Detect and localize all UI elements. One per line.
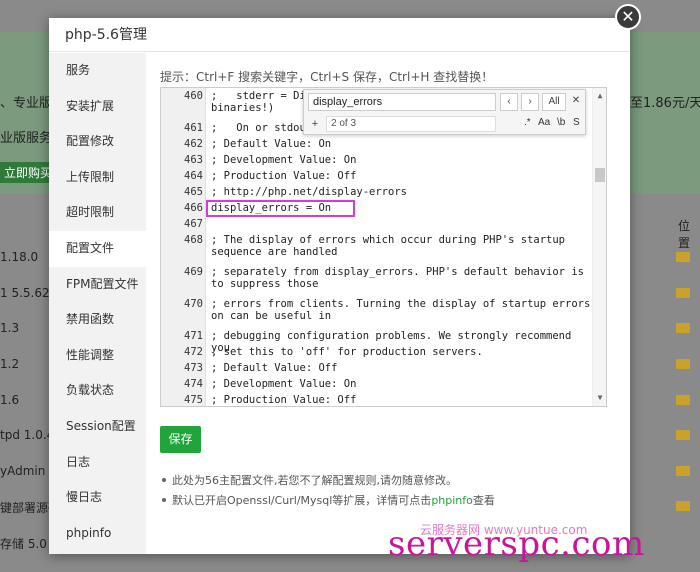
line-number: 465 [184,186,203,198]
code-editor[interactable]: 460 ; stderr = Display errors to STDERR … [160,87,607,407]
bg-column-header: 位置 [678,219,691,250]
line-text: ; Production Value: Off [211,394,357,406]
bg-price-text: 至1.86元/天 [630,96,700,111]
content-panel: 提示：Ctrl+F 搜索关键字，Ctrl+S 保存，Ctrl+H 查找替换！ 4… [160,53,620,553]
sidebar-item-session[interactable]: Session配置 [49,409,146,445]
find-input[interactable]: display_errors [308,93,496,111]
line-gutter [161,88,206,406]
selection-option[interactable]: S [573,117,580,128]
line-text: ; separately from display_errors. PHP's … [211,266,591,290]
bg-row: 存储 5.0 [0,537,47,551]
buy-now-button[interactable]: 立即购买 [0,162,57,183]
line-number: 460 [184,90,203,102]
shortcut-hint: 提示：Ctrl+F 搜索关键字，Ctrl+S 保存，Ctrl+H 查找替换！ [160,70,494,84]
bg-text: 业版服务 [0,131,53,146]
line-text: ; http://php.net/display-errors [211,186,407,198]
case-option[interactable]: Aa [538,117,550,128]
close-icon[interactable]: ✕ [569,93,583,111]
php-manage-dialog: php-5.6管理 服务 安装扩展 配置修改 上传限制 超时限制 配置文件 FP… [49,18,630,554]
notes-list: 此处为56主配置文件,若您不了解配置规则,请勿随意修改。 默认已开启Openss… [160,471,495,511]
sidebar-item-disabled-functions[interactable]: 禁用函数 [49,302,146,338]
find-panel: display_errors ‹ › All ✕ + 2 of 3 .* Aa … [303,89,586,135]
sidebar-item-service[interactable]: 服务 [49,53,146,89]
sidebar-nav: 服务 安装扩展 配置修改 上传限制 超时限制 配置文件 FPM配置文件 禁用函数… [49,53,146,554]
line-number: 475 [184,394,203,406]
sidebar-item-config-file[interactable]: 配置文件 [49,230,146,267]
bg-row: 1.6 [0,393,20,407]
bg-row: tpd 1.0.49 [0,428,50,442]
regex-option[interactable]: .* [524,117,531,128]
watermark: serverspc.com [388,524,645,564]
folder-icon[interactable] [676,430,690,440]
line-number: 469 [184,266,203,278]
line-text: ; Development Value: On [211,154,357,166]
bg-row: 1.3 [0,321,20,335]
bg-row: 1 5.5.62 [0,286,50,300]
line-text: ; Development Value: On [211,378,357,390]
line-number: 467 [184,218,203,230]
bg-text: 、专业版 [0,96,53,111]
line-text: ; Default Value: On [211,138,332,150]
note-text: 默认已开启Openssl/Curl/Mysql等扩展，详情可点击 [172,494,432,507]
line-number: 473 [184,362,203,374]
line-number: 466 [184,202,203,214]
note-text: 此处为56主配置文件,若您不了解配置规则,请勿随意修改。 [172,474,457,487]
line-number: 471 [184,330,203,342]
word-option[interactable]: \b [557,117,565,128]
line-number: 462 [184,138,203,150]
line-number: 470 [184,298,203,310]
note-item: 此处为56主配置文件,若您不了解配置规则,请勿随意修改。 [160,471,495,491]
line-number: 472 [184,346,203,358]
folder-icon[interactable] [676,359,690,369]
folder-icon[interactable] [676,252,690,262]
chevron-left-icon[interactable]: ‹ [500,93,518,111]
chevron-right-icon[interactable]: › [521,93,539,111]
note-suffix: 查看 [472,494,495,507]
bg-row: yAdmin 4. [0,464,50,478]
match-count: 2 of 3 [326,116,496,132]
sidebar-item-log[interactable]: 日志 [49,445,146,481]
vertical-scrollbar[interactable]: ▲ ▼ [592,88,606,406]
close-icon[interactable]: ✕ [615,4,641,30]
line-text: ; Production Value: Off [211,170,357,182]
line-number: 463 [184,154,203,166]
bg-row: 1.18.0 [0,250,39,264]
bullet-icon [162,498,166,502]
sidebar-item-timeout-limit[interactable]: 超时限制 [49,195,146,231]
save-button[interactable]: 保存 [160,426,201,453]
folder-icon[interactable] [676,395,690,405]
line-number: 464 [184,170,203,182]
folder-icon[interactable] [676,288,690,298]
phpinfo-link[interactable]: phpinfo [431,494,473,507]
line-text: ; errors from clients. Turning the displ… [211,298,591,322]
line-text: ; Default Value: Off [211,362,338,374]
sidebar-item-load-status[interactable]: 负载状态 [49,373,146,409]
toggle-replace-icon[interactable]: + [308,116,322,132]
sidebar-item-slow-log[interactable]: 慢日志 [49,480,146,516]
sidebar-item-upload-limit[interactable]: 上传限制 [49,160,146,196]
note-item: 默认已开启Openssl/Curl/Mysql等扩展，详情可点击phpinfo查… [160,491,495,511]
line-number: 474 [184,378,203,390]
bg-row: 1.2 [0,357,20,371]
folder-icon[interactable] [676,323,690,333]
dialog-title: php-5.6管理 [49,18,630,52]
find-all-button[interactable]: All [542,93,566,111]
scroll-up-icon[interactable]: ▲ [593,90,606,102]
scrollbar-thumb[interactable] [595,168,605,182]
line-number: 468 [184,234,203,246]
folder-icon[interactable] [676,466,690,476]
sidebar-item-fpm-config[interactable]: FPM配置文件 [49,267,146,303]
scroll-down-icon[interactable]: ▼ [593,392,606,404]
highlight-annotation-box [206,200,355,217]
sidebar-item-performance[interactable]: 性能调整 [49,338,146,374]
folder-icon[interactable] [676,501,690,511]
line-text: ; set this to 'off' for production serve… [211,346,483,358]
sidebar-item-phpinfo[interactable]: phpinfo [49,516,146,552]
sidebar-item-install-extension[interactable]: 安装扩展 [49,89,146,125]
line-text: ; The display of errors which occur duri… [211,234,572,258]
bullet-icon [162,478,166,482]
bg-row: 键部署源码 [0,501,50,515]
line-number: 461 [184,122,203,134]
sidebar-item-config-edit[interactable]: 配置修改 [49,124,146,160]
